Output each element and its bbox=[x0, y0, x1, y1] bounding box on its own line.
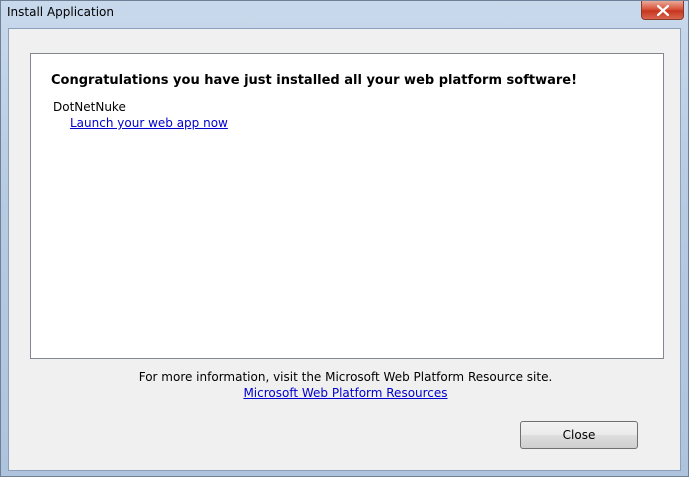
window-close-button[interactable] bbox=[641, 1, 684, 20]
dialog-body: Congratulations you have just installed … bbox=[8, 28, 681, 471]
installed-app-name: DotNetNuke bbox=[53, 100, 126, 114]
completion-heading: Congratulations you have just installed … bbox=[51, 73, 578, 88]
install-application-window: Install Application Congratulations you … bbox=[0, 0, 689, 477]
close-button[interactable]: Close bbox=[520, 421, 638, 449]
window-title: Install Application bbox=[7, 5, 114, 19]
launch-web-app-link[interactable]: Launch your web app now bbox=[70, 116, 228, 130]
title-bar[interactable]: Install Application bbox=[1, 1, 688, 28]
close-icon bbox=[657, 5, 669, 16]
web-platform-resources-link[interactable]: Microsoft Web Platform Resources bbox=[243, 386, 447, 400]
more-info-text: For more information, visit the Microsof… bbox=[138, 370, 553, 384]
resources-link-row: Microsoft Web Platform Resources bbox=[9, 386, 682, 400]
result-panel: Congratulations you have just installed … bbox=[30, 53, 664, 359]
